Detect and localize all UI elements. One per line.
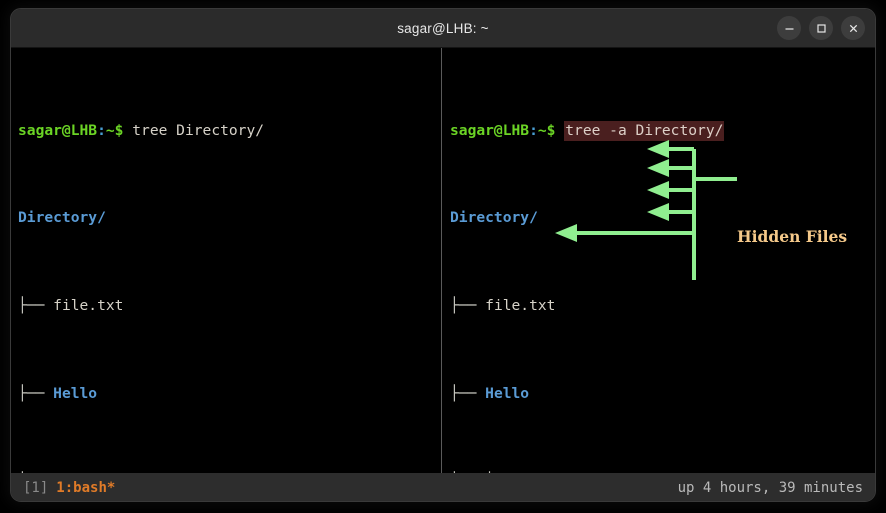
tree-glyph: ├── <box>485 472 520 473</box>
tree-glyph: ├── <box>18 296 54 314</box>
tree-node-label: file.txt <box>485 296 556 314</box>
tmux-pane-left[interactable]: sagar@LHB:~$ tree Directory/ Directory/ … <box>11 48 441 473</box>
prompt-path: ~$ <box>105 121 124 139</box>
right-command-text: tree -a Directory/ <box>564 120 725 141</box>
tree-node-label: Directory/ <box>18 209 106 227</box>
tree-row: ├── file.txt <box>18 295 441 317</box>
minimize-button[interactable] <box>777 16 801 40</box>
tree-row: Directory/ <box>450 207 875 229</box>
prompt-colon: : <box>529 121 538 139</box>
prompt-user-host: sagar@LHB <box>450 121 530 139</box>
left-command-text: tree Directory/ <box>132 121 265 139</box>
tree-node-label: Directory/ <box>450 209 538 227</box>
tree-glyph: ├── <box>450 296 486 314</box>
prompt-user-host: sagar@LHB <box>18 121 98 139</box>
prompt-path: ~$ <box>537 121 556 139</box>
window-controls <box>777 9 865 47</box>
tree-row: Directory/ <box>18 207 441 229</box>
tree-node-label: Hello <box>485 384 530 402</box>
tree-row: ├── Music.mp3 <box>18 470 441 473</box>
tree-glyph: ├── <box>18 384 54 402</box>
tree-row-hidden: │ ├── .File_1.txt <box>450 470 875 473</box>
window-tab-bash[interactable]: 1:bash* <box>56 480 115 496</box>
session-index: [1] <box>23 480 49 496</box>
tree-node-label: Hello <box>53 384 98 402</box>
tree-glyph: ├── <box>450 384 486 402</box>
tree-node-label: file.txt <box>53 296 124 314</box>
left-command-line: sagar@LHB:~$ tree Directory/ <box>18 120 441 142</box>
tree-node-label: Music.mp3 <box>53 472 132 473</box>
tmux-status-bar: [1] 1:bash* up 4 hours, 39 minutes <box>11 473 875 501</box>
tree-glyph: ├── <box>18 472 53 473</box>
window-title: sagar@LHB: ~ <box>397 20 489 36</box>
desktop-background: sagar@LHB: ~ sagar@LHB:~$ tree Directory… <box>0 0 886 513</box>
status-left: [1] 1:bash* <box>23 480 115 496</box>
right-pane-output: sagar@LHB:~$ tree -a Directory/ Director… <box>442 54 875 473</box>
close-button[interactable] <box>841 16 865 40</box>
terminal-window: sagar@LHB: ~ sagar@LHB:~$ tree Directory… <box>10 8 876 502</box>
tree-row: ├── file.txt <box>450 295 875 317</box>
title-bar[interactable]: sagar@LHB: ~ <box>11 9 875 48</box>
tmux-pane-right[interactable]: sagar@LHB:~$ tree -a Directory/ Director… <box>442 48 875 473</box>
left-pane-output: sagar@LHB:~$ tree Directory/ Directory/ … <box>11 54 441 473</box>
tree-node-label: .File_1.txt <box>520 472 617 473</box>
status-uptime: up 4 hours, 39 minutes <box>677 480 863 496</box>
tree-indent: │ <box>450 472 485 473</box>
tree-row: ├── Hello <box>450 383 875 405</box>
tree-row: ├── Hello <box>18 383 441 405</box>
prompt-colon: : <box>97 121 106 139</box>
terminal-body[interactable]: sagar@LHB:~$ tree Directory/ Directory/ … <box>11 48 875 473</box>
right-command-line: sagar@LHB:~$ tree -a Directory/ <box>450 120 875 142</box>
maximize-button[interactable] <box>809 16 833 40</box>
